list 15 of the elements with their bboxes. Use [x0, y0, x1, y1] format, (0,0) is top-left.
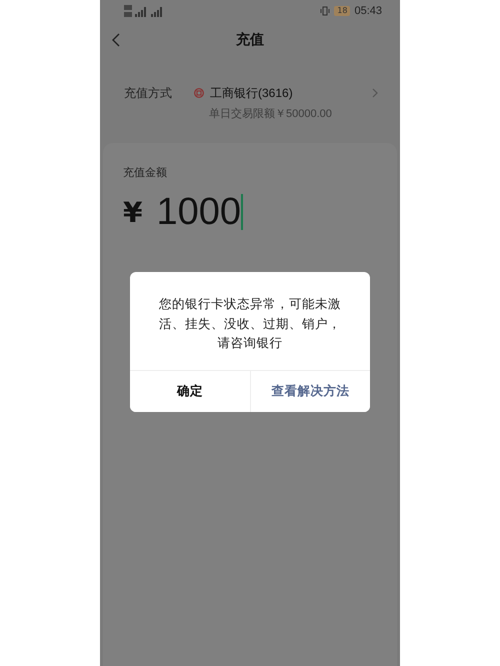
amount-label: 充值金额 [123, 165, 168, 180]
text-cursor [241, 194, 244, 230]
bank-name: 工商银行(3616) [210, 85, 293, 102]
solution-button[interactable]: 查看解决方法 [250, 370, 370, 412]
payment-label: 充值方式 [124, 85, 172, 102]
vibrate-icon [320, 6, 330, 16]
bank-logo-icon [194, 88, 204, 98]
back-icon[interactable] [112, 33, 120, 47]
currency-symbol: ¥ [123, 196, 142, 228]
amount-input[interactable]: 1000 [156, 190, 242, 234]
battery-level: 18 [334, 6, 350, 16]
dialog-message: 您的银行卡状态异常，可能未激活、挂失、没收、过期、销户，请咨询银行 [158, 295, 342, 352]
page-title: 充值 [236, 31, 264, 49]
daily-limit: 单日交易限额￥50000.00 [208, 106, 333, 121]
status-time: 05:43 [354, 5, 382, 17]
